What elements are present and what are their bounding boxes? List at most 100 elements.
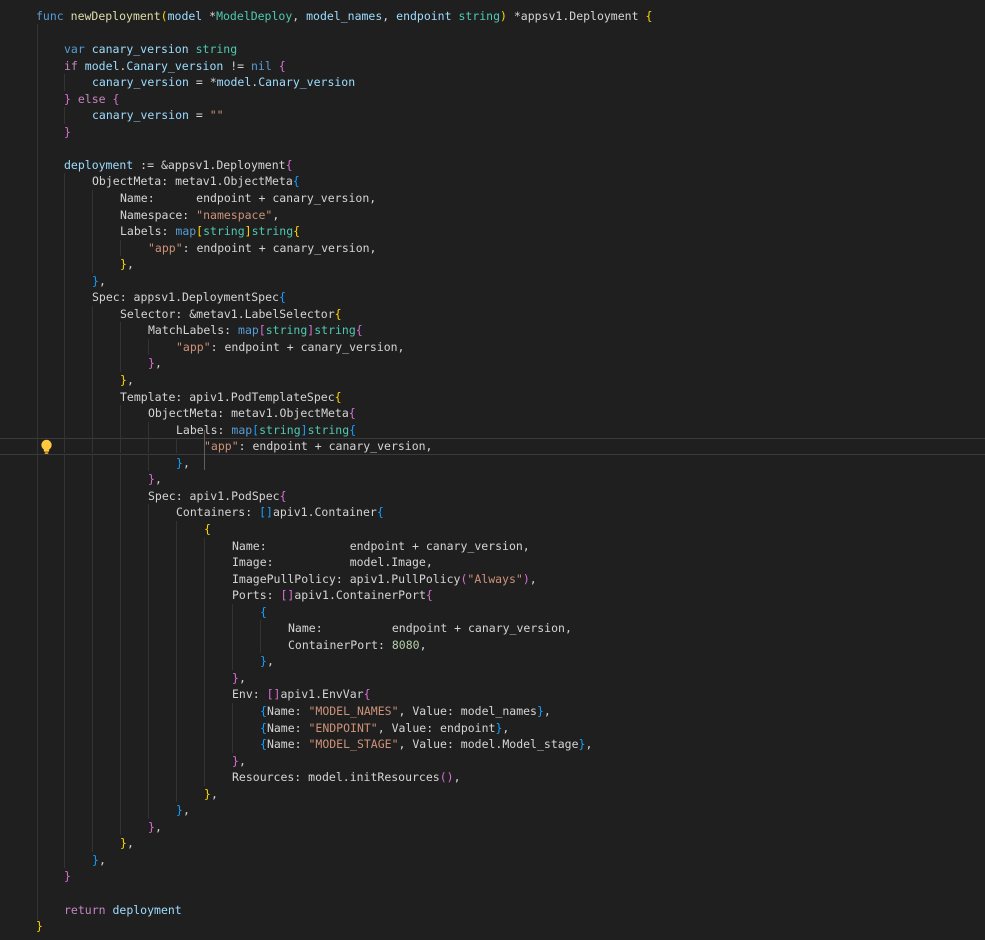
code-line[interactable]: if model.Canary_version != nil { <box>0 58 985 75</box>
code-line[interactable]: ContainerPort: 8080, <box>0 637 985 654</box>
code-line[interactable]: canary_version = *model.Canary_version <box>0 74 985 91</box>
indent-guides <box>64 273 65 290</box>
code-line[interactable]: }, <box>0 471 985 488</box>
indent-guides <box>64 223 93 240</box>
code-text: var canary_version string <box>64 41 237 58</box>
code-line[interactable]: } <box>0 868 985 885</box>
code-text: ObjectMeta: metav1.ObjectMeta{ <box>148 405 356 422</box>
code-line[interactable]: }, <box>0 670 985 687</box>
code-line[interactable]: "app": endpoint + canary_version, <box>0 339 985 356</box>
code-line[interactable]: {Name: "MODEL_STAGE", Value: model.Model… <box>0 736 985 753</box>
code-line-current[interactable]: "app": endpoint + canary_version, <box>0 438 985 455</box>
code-line[interactable]: MatchLabels: map[string]string{ <box>0 322 985 339</box>
indent-guides <box>64 538 205 555</box>
code-line[interactable]: func newDeployment(model *ModelDeploy, m… <box>0 8 985 25</box>
code-line[interactable]: Ports: []apiv1.ContainerPort{ <box>0 587 985 604</box>
active-indent-guide <box>204 430 205 470</box>
indent-guides <box>64 438 177 453</box>
indent-guides <box>64 587 205 604</box>
code-text: MatchLabels: map[string]string{ <box>148 322 363 339</box>
code-line[interactable]: Name: endpoint + canary_version, <box>0 620 985 637</box>
code-line[interactable]: }, <box>0 273 985 290</box>
code-line[interactable]: ObjectMeta: metav1.ObjectMeta{ <box>0 173 985 190</box>
code-line[interactable]: } <box>0 124 985 141</box>
code-line[interactable]: }, <box>0 256 985 273</box>
code-line[interactable]: }, <box>0 835 985 852</box>
code-text: } <box>64 868 71 885</box>
code-text: }, <box>232 670 246 687</box>
code-line[interactable]: Selector: &metav1.LabelSelector{ <box>0 306 985 323</box>
code-text: "app": endpoint + canary_version, <box>148 240 377 257</box>
code-line[interactable]: }, <box>0 852 985 869</box>
code-line[interactable]: Labels: map[string]string{ <box>0 422 985 439</box>
code-line[interactable]: }, <box>0 819 985 836</box>
code-text: Labels: map[string]string{ <box>176 422 356 439</box>
indent-guides <box>64 389 93 406</box>
code-line[interactable]: canary_version = "" <box>0 107 985 124</box>
code-text: "app": endpoint + canary_version, <box>204 438 433 455</box>
indent-guides <box>64 74 65 91</box>
code-line[interactable]: return deployment <box>0 902 985 919</box>
code-line[interactable] <box>0 140 985 157</box>
code-text: Image: model.Image, <box>232 554 433 571</box>
code-text: ImagePullPolicy: apiv1.PullPolicy("Alway… <box>232 571 537 588</box>
indent-guides <box>64 604 233 621</box>
indent-guides <box>64 802 149 819</box>
code-line[interactable]: } <box>0 918 985 935</box>
code-line[interactable]: }, <box>0 753 985 770</box>
code-line[interactable]: Spec: appsv1.DeploymentSpec{ <box>0 289 985 306</box>
code-text: deployment := &appsv1.Deployment{ <box>64 157 293 174</box>
code-line[interactable]: }, <box>0 372 985 389</box>
lightbulb-icon[interactable] <box>39 439 54 455</box>
code-line[interactable]: {Name: "ENDPOINT", Value: endpoint}, <box>0 720 985 737</box>
code-line[interactable]: Env: []apiv1.EnvVar{ <box>0 686 985 703</box>
code-text: Name: endpoint + canary_version, <box>232 538 530 555</box>
code-line[interactable]: Image: model.Image, <box>0 554 985 571</box>
indent-guides <box>64 637 261 654</box>
code-line[interactable]: Template: apiv1.PodTemplateSpec{ <box>0 389 985 406</box>
code-text: Template: apiv1.PodTemplateSpec{ <box>120 389 342 406</box>
code-line[interactable]: { <box>0 521 985 538</box>
code-line[interactable]: Containers: []apiv1.Container{ <box>0 504 985 521</box>
code-line[interactable]: ImagePullPolicy: apiv1.PullPolicy("Alway… <box>0 571 985 588</box>
code-text: {Name: "ENDPOINT", Value: endpoint}, <box>260 720 509 737</box>
code-text: { <box>260 604 267 621</box>
code-line[interactable]: deployment := &appsv1.Deployment{ <box>0 157 985 174</box>
code-area[interactable]: func newDeployment(model *ModelDeploy, m… <box>0 8 985 935</box>
code-line[interactable]: }, <box>0 355 985 372</box>
code-line[interactable]: } else { <box>0 91 985 108</box>
code-line[interactable]: Labels: map[string]string{ <box>0 223 985 240</box>
code-text: Spec: appsv1.DeploymentSpec{ <box>92 289 286 306</box>
indent-guides <box>64 289 65 306</box>
code-line[interactable]: }, <box>0 786 985 803</box>
code-text: }, <box>148 471 162 488</box>
code-editor[interactable]: func newDeployment(model *ModelDeploy, m… <box>0 0 985 940</box>
code-line[interactable]: }, <box>0 455 985 472</box>
code-text: }, <box>148 819 162 836</box>
indent-guides <box>64 620 261 637</box>
code-line[interactable] <box>0 885 985 902</box>
code-line[interactable]: ObjectMeta: metav1.ObjectMeta{ <box>0 405 985 422</box>
indent-guides <box>64 339 149 356</box>
indent-guides <box>64 670 205 687</box>
code-line[interactable]: Namespace: "namespace", <box>0 207 985 224</box>
code-line[interactable]: }, <box>0 802 985 819</box>
code-line[interactable]: {Name: "MODEL_NAMES", Value: model_names… <box>0 703 985 720</box>
code-text: { <box>204 521 211 538</box>
code-text: }, <box>120 256 134 273</box>
code-text: }, <box>260 653 274 670</box>
code-line[interactable]: }, <box>0 653 985 670</box>
code-line[interactable]: { <box>0 604 985 621</box>
code-text: "app": endpoint + canary_version, <box>176 339 405 356</box>
code-line[interactable]: Resources: model.initResources(), <box>0 769 985 786</box>
indent-guides <box>64 521 177 538</box>
code-line[interactable]: "app": endpoint + canary_version, <box>0 240 985 257</box>
code-line[interactable]: Name: endpoint + canary_version, <box>0 538 985 555</box>
indent-guides <box>64 686 205 703</box>
code-line[interactable]: Name: endpoint + canary_version, <box>0 190 985 207</box>
code-line[interactable] <box>0 25 985 42</box>
code-text: Name: endpoint + canary_version, <box>120 190 376 207</box>
code-text: } <box>36 918 43 935</box>
code-line[interactable]: var canary_version string <box>0 41 985 58</box>
code-line[interactable]: Spec: apiv1.PodSpec{ <box>0 488 985 505</box>
